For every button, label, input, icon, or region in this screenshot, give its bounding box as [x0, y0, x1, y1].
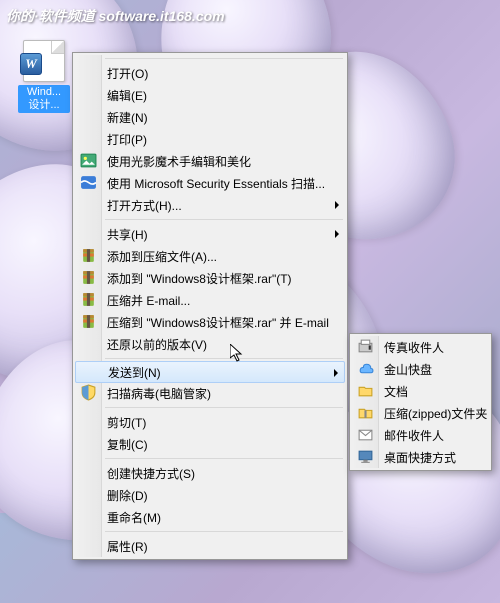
menu-item[interactable]: 剪切(T) [75, 411, 345, 433]
menu-item-label: 打印(P) [107, 131, 147, 148]
menu-item-label: 压缩(zipped)文件夹 [384, 405, 487, 422]
desktop-icon [357, 448, 374, 465]
menu-item[interactable]: 打印(P) [75, 128, 345, 150]
menu-item[interactable]: 使用光影魔术手编辑和美化 [75, 150, 345, 172]
menu-item-label: 复制(C) [107, 436, 148, 453]
submenu-arrow-icon [335, 201, 339, 209]
menu-item[interactable]: 复制(C) [75, 433, 345, 455]
watermark: 你的·软件频道 software.it168.com [6, 6, 225, 26]
menu-item[interactable]: 打开(O) [75, 62, 345, 84]
menu-item[interactable]: 邮件收件人 [352, 424, 489, 446]
menu-item-label: 文档 [384, 383, 408, 400]
menu-item-label: 打开方式(H)... [107, 197, 182, 214]
menu-item[interactable]: 创建快捷方式(S) [75, 462, 345, 484]
menu-item-label: 使用 Microsoft Security Essentials 扫描... [107, 175, 325, 192]
context-menu: 打开(O) 编辑(E) 新建(N) 打印(P) 使用光影魔术手编辑和美化使用 Micro… [72, 52, 348, 560]
fax-icon [357, 338, 374, 355]
menu-item[interactable]: 压缩并 E-mail... [75, 289, 345, 311]
mail-icon [357, 426, 374, 443]
menu-item[interactable]: 新建(N) [75, 106, 345, 128]
shield-icon [80, 384, 97, 401]
mouse-cursor [230, 344, 246, 367]
menu-separator [105, 407, 343, 408]
mse-icon [80, 174, 97, 191]
file-label: Wind... 设计... [18, 85, 70, 113]
ks-icon [357, 360, 374, 377]
menu-item-label: 添加到 "Windows8设计框架.rar"(T) [107, 270, 292, 287]
menu-item-label: 打开(O) [107, 65, 148, 82]
menu-item-label: 金山快盘 [384, 361, 432, 378]
menu-item-label: 添加到压缩文件(A)... [107, 248, 217, 265]
menu-item-label: 使用光影魔术手编辑和美化 [107, 153, 251, 170]
menu-separator [105, 219, 343, 220]
menu-item[interactable]: 添加到 "Windows8设计框架.rar"(T) [75, 267, 345, 289]
submenu-arrow-icon [335, 230, 339, 238]
menu-item[interactable]: 发送到(N) [75, 361, 345, 383]
menu-item-label: 剪切(T) [107, 414, 146, 431]
menu-item[interactable]: 压缩(zipped)文件夹 [352, 402, 489, 424]
menu-item-label: 删除(D) [107, 487, 148, 504]
menu-item-label: 邮件收件人 [384, 427, 444, 444]
menu-item[interactable]: 桌面快捷方式 [352, 446, 489, 468]
menu-item-label: 桌面快捷方式 [384, 449, 456, 466]
menu-separator [105, 358, 343, 359]
menu-item[interactable]: 文档 [352, 380, 489, 402]
menu-item[interactable]: 传真收件人 [352, 336, 489, 358]
menu-separator [105, 458, 343, 459]
menu-item[interactable]: 添加到压缩文件(A)... [75, 245, 345, 267]
menu-item-label: 重命名(M) [107, 509, 161, 526]
menu-item[interactable]: 打开方式(H)... [75, 194, 345, 216]
menu-item-label: 压缩到 "Windows8设计框架.rar" 并 E-mail [107, 314, 329, 331]
menu-item-label: 编辑(E) [107, 87, 147, 104]
rar-icon [80, 291, 97, 308]
menu-item[interactable]: 压缩到 "Windows8设计框架.rar" 并 E-mail [75, 311, 345, 333]
menu-item-label: 共享(H) [107, 226, 148, 243]
rar-icon [80, 313, 97, 330]
zip-icon [357, 404, 374, 421]
menu-item-label: 传真收件人 [384, 339, 444, 356]
sendto-submenu: 传真收件人金山快盘文档压缩(zipped)文件夹邮件收件人桌面快捷方式 [349, 333, 492, 471]
desktop-file-icon[interactable]: W Wind... 设计... [18, 40, 70, 113]
menu-item-label: 属性(R) [107, 538, 148, 555]
menu-separator [105, 531, 343, 532]
menu-item[interactable]: 金山快盘 [352, 358, 489, 380]
menu-item[interactable]: 编辑(E) [75, 84, 345, 106]
menu-item-label: 还原以前的版本(V) [107, 336, 207, 353]
menu-item-label: 新建(N) [107, 109, 148, 126]
menu-item[interactable]: 扫描病毒(电脑管家) [75, 382, 345, 404]
menu-item-label: 发送到(N) [108, 364, 161, 381]
menu-item-label: 创建快捷方式(S) [107, 465, 195, 482]
rar-icon [80, 269, 97, 286]
rar-icon [80, 247, 97, 264]
menu-item[interactable]: 属性(R) [75, 535, 345, 557]
menu-item-label: 压缩并 E-mail... [107, 292, 190, 309]
menu-item[interactable]: 还原以前的版本(V) [75, 333, 345, 355]
menu-item-label: 扫描病毒(电脑管家) [107, 385, 211, 402]
menu-item[interactable]: 删除(D) [75, 484, 345, 506]
menu-item[interactable]: 共享(H) [75, 223, 345, 245]
word-doc-icon: W [23, 40, 65, 82]
menu-separator [105, 58, 343, 59]
menu-item[interactable]: 使用 Microsoft Security Essentials 扫描... [75, 172, 345, 194]
docs-icon [357, 382, 374, 399]
menu-item[interactable]: 重命名(M) [75, 506, 345, 528]
submenu-arrow-icon [334, 369, 338, 377]
photo-icon [80, 152, 97, 169]
